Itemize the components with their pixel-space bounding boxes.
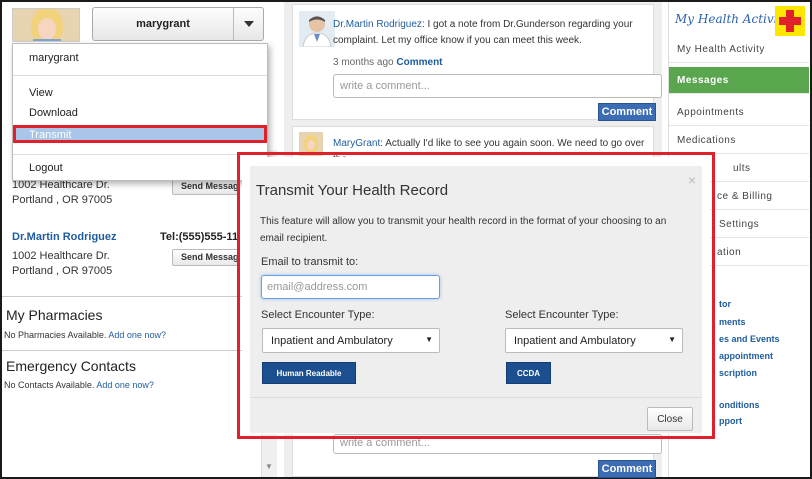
email-label: Email to transmit to: [261, 256, 359, 268]
post-text: Dr.Martin Rodriguez: I got a note from D… [333, 17, 645, 49]
nav-link-6[interactable]: onditions [719, 400, 760, 410]
menu-item-view[interactable]: View [29, 87, 53, 99]
post-author[interactable]: Dr.Martin Rodriguez [333, 19, 422, 30]
close-icon[interactable]: × [688, 172, 696, 188]
comment-input[interactable]: write a comment... [333, 74, 662, 98]
encounter-select-left[interactable]: Inpatient and Ambulatory ▼ [262, 328, 440, 353]
nav-link-3[interactable]: es and Events [719, 334, 780, 344]
menu-separator [13, 154, 267, 155]
caret-down-icon: ▼ [668, 335, 676, 344]
nav-item-messages[interactable]: Messages [669, 67, 809, 94]
address-line: Portland , OR 97005 [12, 265, 113, 277]
email-input[interactable] [261, 275, 440, 299]
modal-body: This feature will allow you to transmit … [250, 204, 702, 397]
doctor-photo [299, 11, 335, 47]
logo-text: My Health Activity [675, 12, 790, 26]
comment-link[interactable]: Comment [396, 57, 442, 68]
nav-link-4[interactable]: appointment [719, 351, 773, 361]
ccda-button[interactable]: CCDA [506, 362, 551, 384]
comment-button[interactable]: Comment [598, 103, 656, 121]
nav-link-2[interactable]: ments [719, 317, 746, 327]
feed-post: Dr.Martin Rodriguez: I got a note from D… [292, 4, 662, 121]
close-button[interactable]: Close [647, 407, 693, 431]
address-line: Portland , OR 97005 [12, 194, 113, 206]
modal-header: Transmit Your Health Record × [250, 166, 702, 204]
user-select-toggle[interactable] [233, 8, 263, 40]
menu-separator [13, 75, 267, 76]
post-author[interactable]: MaryGrant [333, 138, 380, 149]
add-contact-link[interactable]: Add one now? [96, 380, 154, 390]
nav-link-7[interactable]: pport [719, 416, 742, 426]
encounter-select-left-value: Inpatient and Ambulatory [271, 335, 393, 347]
user-select-value: marygrant [136, 18, 190, 30]
nav-item-medications[interactable]: Medications [669, 127, 809, 154]
nav-item-appointments[interactable]: Appointments [669, 99, 809, 126]
user-menu: marygrant View Download Transmit Logout [12, 43, 268, 181]
send-message-button[interactable]: Send Message [172, 249, 240, 266]
user-select[interactable]: marygrant [92, 7, 264, 41]
encounter-select-right-value: Inpatient and Ambulatory [514, 335, 636, 347]
provider-address-1: 1002 Healthcare Dr. Portland , OR 97005 [12, 178, 112, 208]
provider-name[interactable]: Dr.Martin Rodriguez [12, 231, 117, 243]
post-time: 3 months ago [333, 57, 394, 68]
health-activity-logo: My Health Activity [673, 6, 807, 36]
menu-item-download[interactable]: Download [29, 107, 78, 119]
pharmacies-empty: No Pharmacies Available. Add one now? [4, 330, 166, 340]
caret-down-icon: ▼ [425, 335, 433, 344]
pharmacies-heading: My Pharmacies [6, 307, 103, 323]
menu-item-username[interactable]: marygrant [29, 52, 79, 64]
address-line: 1002 Healthcare Dr. [12, 250, 110, 262]
encounter-select-right[interactable]: Inpatient and Ambulatory ▼ [505, 328, 683, 353]
modal-description: This feature will allow you to transmit … [260, 216, 667, 244]
red-cross-icon [775, 6, 805, 36]
empty-text: No Contacts Available. [4, 380, 97, 390]
post-meta: 3 months ago Comment [333, 57, 443, 68]
transmit-modal: Transmit Your Health Record × This featu… [242, 157, 710, 434]
menu-item-transmit[interactable]: Transmit [13, 125, 267, 143]
provider-tel: Tel:(555)555-1111 [160, 231, 240, 243]
encounter-label-right: Select Encounter Type: [505, 309, 619, 321]
nav-item-health-activity[interactable]: My Health Activity [669, 36, 809, 63]
avatar [12, 8, 80, 42]
provider-address-2: 1002 Healthcare Dr. Portland , OR 97005 [12, 249, 112, 279]
encounter-label-left: Select Encounter Type: [261, 309, 375, 321]
menu-item-transmit-label: Transmit [29, 129, 72, 141]
comment-button[interactable]: Comment [598, 460, 656, 478]
emergency-heading: Emergency Contacts [6, 358, 136, 374]
human-readable-button[interactable]: Human Readable [262, 362, 356, 384]
menu-item-logout[interactable]: Logout [29, 162, 63, 174]
emergency-empty: No Contacts Available. Add one now? [4, 380, 154, 390]
add-pharmacy-link[interactable]: Add one now? [108, 330, 166, 340]
scroll-down-icon[interactable]: ▼ [265, 462, 273, 471]
chevron-down-icon [244, 21, 254, 27]
modal-footer: Close [250, 397, 702, 433]
modal-title: Transmit Your Health Record [256, 182, 449, 199]
nav-link-1[interactable]: tor [719, 299, 731, 309]
empty-text: No Pharmacies Available. [4, 330, 109, 340]
nav-link-5[interactable]: scription [719, 368, 757, 378]
